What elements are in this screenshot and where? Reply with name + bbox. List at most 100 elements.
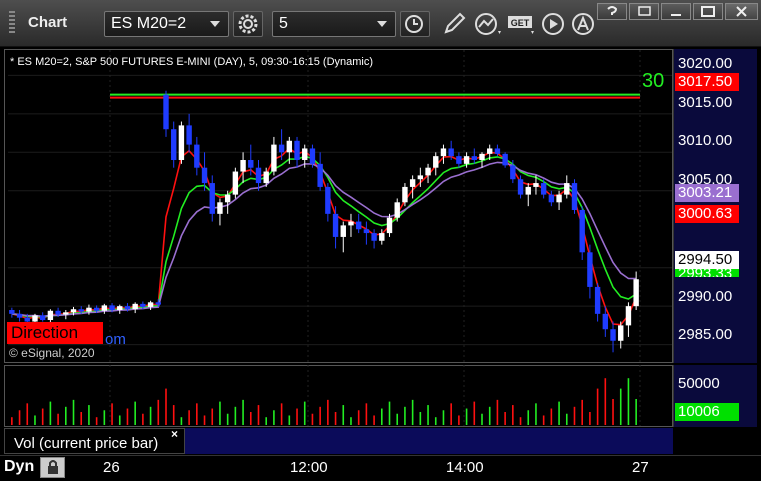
- volume-bar: [373, 415, 375, 425]
- price-badge-red-ma: 3000.63: [675, 205, 739, 223]
- volume-bar: [88, 405, 90, 425]
- volume-bar: [180, 417, 183, 425]
- volume-bar: [519, 417, 522, 425]
- candle-body: [386, 217, 393, 234]
- candle-body: [271, 144, 277, 172]
- volume-bar: [357, 410, 360, 425]
- volume-bar: [427, 405, 429, 425]
- volume-bar: [11, 417, 13, 425]
- watermark: © eSignal, 2020: [9, 346, 95, 360]
- volume-bar: [18, 410, 21, 425]
- volume-bar: [434, 417, 437, 425]
- time-tick: 12:00: [290, 459, 328, 476]
- volume-bar: [535, 403, 537, 425]
- volume-bar: [49, 401, 52, 425]
- volume-bar: [311, 413, 314, 425]
- candle-body: [294, 140, 300, 160]
- candle-body: [340, 225, 346, 237]
- volume-bar: [95, 417, 98, 425]
- volume-bar: [234, 406, 237, 425]
- candle-body: [594, 286, 601, 314]
- candle-body: [494, 148, 501, 154]
- candle-body: [39, 315, 46, 320]
- price-tick: 2985.00: [678, 326, 733, 343]
- candle-body: [540, 183, 547, 195]
- volume-tick: 50000: [678, 375, 720, 392]
- volume-badge: 10006: [675, 403, 739, 421]
- candle-body: [140, 303, 146, 307]
- volume-bar: [34, 415, 36, 425]
- candle-body: [517, 179, 524, 195]
- candle-body: [278, 144, 285, 153]
- volume-bar: [542, 415, 545, 425]
- candle-body: [255, 167, 262, 184]
- volume-bar: [280, 403, 283, 425]
- candle-body: [147, 302, 154, 307]
- candle-body: [579, 210, 585, 253]
- volume-bar: [473, 401, 476, 425]
- candle-body: [533, 183, 539, 187]
- candle-body: [93, 307, 100, 311]
- volume-bar: [419, 412, 422, 425]
- candle-body: [16, 313, 23, 318]
- volume-bar: [80, 412, 83, 425]
- candle-body: [571, 183, 578, 210]
- edge-price-label: 30: [642, 70, 665, 92]
- candle-body: [371, 233, 377, 241]
- volume-bar: [149, 406, 152, 425]
- volume-bar: [488, 406, 491, 425]
- volume-bar: [203, 415, 206, 425]
- volume-bar: [118, 415, 121, 425]
- volume-bar: [481, 413, 483, 425]
- candle-body: [417, 175, 424, 180]
- candle-body: [55, 310, 61, 315]
- padlock-icon: [47, 460, 58, 474]
- candle-body: [463, 156, 470, 164]
- candle-body: [556, 194, 562, 203]
- volume-bar: [404, 406, 406, 425]
- volume-bar: [327, 399, 329, 425]
- volume-bar: [558, 401, 560, 425]
- candle-body: [240, 160, 246, 172]
- candle-body: [440, 148, 447, 157]
- candle-body: [448, 148, 454, 157]
- candle-body: [201, 167, 208, 184]
- candle-body: [625, 306, 632, 326]
- time-tick: 26: [103, 459, 120, 476]
- candle-body: [332, 213, 339, 237]
- candle-body: [355, 221, 362, 230]
- candle-body: [587, 252, 593, 287]
- volume-bar: [512, 405, 514, 425]
- volume-bar: [458, 415, 460, 425]
- volume-bar: [581, 399, 583, 425]
- candle-body: [9, 310, 15, 314]
- candle-body: [348, 221, 354, 226]
- volume-bar: [134, 401, 136, 425]
- candle-body: [363, 229, 370, 234]
- volume-bar: [41, 408, 44, 425]
- volume-bar: [288, 415, 291, 425]
- candle-body: [232, 171, 239, 195]
- volume-bar: [26, 403, 29, 425]
- candle-body: [456, 156, 462, 164]
- candle-body: [171, 129, 177, 160]
- volume-bar: [249, 412, 252, 425]
- volume-bar: [257, 405, 260, 425]
- close-study-icon[interactable]: ×: [171, 427, 178, 441]
- candle-body: [70, 309, 77, 313]
- price-badge-purple-ma: 3003.21: [675, 184, 739, 202]
- lock-icon[interactable]: [40, 457, 65, 478]
- candle-body: [409, 179, 416, 187]
- candle-body: [109, 305, 115, 310]
- candle-body: [78, 309, 84, 312]
- volume-bar: [157, 399, 160, 425]
- volume-bar: [465, 408, 468, 425]
- candle-body: [309, 148, 316, 164]
- volume-study-label[interactable]: Vol (current price bar): [4, 428, 185, 454]
- dynamic-mode-label[interactable]: Dyn: [4, 458, 34, 476]
- volume-bar: [396, 413, 399, 425]
- candle-body: [63, 312, 69, 315]
- candle-body: [425, 167, 431, 176]
- volume-bar: [527, 410, 530, 425]
- volume-bar: [365, 403, 368, 425]
